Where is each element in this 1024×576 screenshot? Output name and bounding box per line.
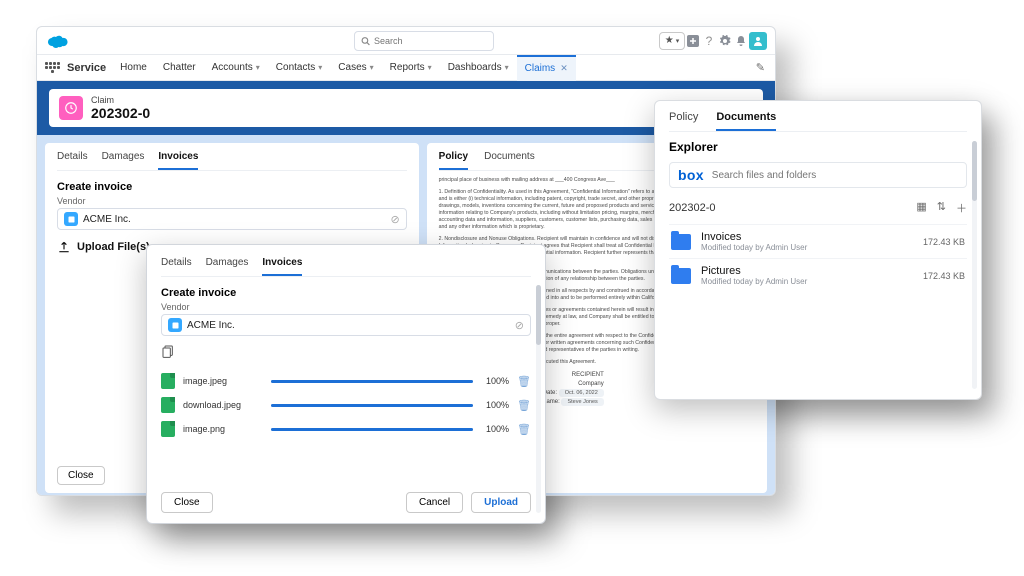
edit-icon[interactable]: ✎ (756, 61, 765, 74)
nav-home[interactable]: Home (112, 55, 155, 81)
clear-icon[interactable]: ⊘ (390, 213, 399, 226)
folder-icon (671, 268, 691, 284)
salesforce-logo-icon (47, 34, 69, 48)
tab-policy[interactable]: Policy (439, 151, 468, 170)
tab-documents[interactable]: Documents (484, 151, 535, 170)
settings-icon[interactable] (717, 33, 733, 49)
folder-icon (671, 234, 691, 250)
nav-accounts[interactable]: Accounts▾ (204, 55, 268, 81)
tab-invoices[interactable]: Invoices (158, 151, 198, 170)
nav-claims-tab[interactable]: Claims✕ (517, 55, 576, 81)
modal-vendor-label: Vendor (161, 302, 531, 312)
cancel-button[interactable]: Cancel (406, 492, 463, 513)
file-name: download.jpeg (183, 400, 263, 410)
account-icon (168, 318, 182, 332)
user-avatar[interactable] (749, 32, 767, 50)
explorer-scrollbar[interactable] (972, 141, 977, 389)
file-icon (161, 397, 175, 413)
tab-damages[interactable]: Damages (102, 151, 145, 170)
record-type: Claim (91, 95, 150, 105)
folder-row[interactable]: InvoicesModified today by Admin User 172.… (669, 224, 967, 258)
favorites-button[interactable]: ★ ▾ (659, 32, 685, 50)
modal-tab-invoices[interactable]: Invoices (262, 257, 302, 276)
create-invoice-modal: Details Damages Invoices Create invoice … (146, 244, 546, 524)
modal-tab-details[interactable]: Details (161, 257, 192, 276)
close-icon[interactable]: ✕ (560, 63, 568, 74)
nav-contacts[interactable]: Contacts▾ (268, 55, 330, 81)
clear-icon[interactable]: ⊘ (515, 319, 524, 332)
remove-file-icon[interactable]: 🗑 (517, 423, 531, 436)
files-icon (161, 344, 531, 365)
explorer-search[interactable]: box (669, 162, 967, 188)
app-name: Service (67, 62, 106, 74)
global-search-input[interactable] (374, 36, 487, 46)
explorer-tab-documents[interactable]: Documents (716, 111, 776, 131)
close-button[interactable]: Close (57, 466, 105, 485)
global-search[interactable] (354, 31, 494, 51)
titlebar: ★ ▾ ? (37, 27, 775, 55)
file-row: image.png 100% 🗑 (161, 421, 531, 437)
modal-scrollbar[interactable] (536, 285, 541, 513)
file-icon (161, 373, 175, 389)
breadcrumb[interactable]: 202302-0 (669, 202, 716, 214)
folder-meta: Modified today by Admin User (701, 243, 807, 252)
account-icon (64, 212, 78, 226)
vendor-value: ACME Inc. (83, 214, 131, 225)
vendor-lookup[interactable]: ACME Inc. ⊘ (57, 208, 407, 230)
notifications-icon[interactable] (733, 33, 749, 49)
explorer-title: Explorer (669, 140, 967, 154)
folder-name: Pictures (701, 265, 807, 277)
folder-meta: Modified today by Admin User (701, 277, 807, 286)
folder-name: Invoices (701, 231, 807, 243)
folder-size: 172.43 KB (923, 271, 965, 281)
upload-percent: 100% (481, 376, 509, 386)
grid-view-icon[interactable]: ▦ (916, 200, 926, 216)
file-row: image.jpeg 100% 🗑 (161, 373, 531, 389)
folder-size: 172.43 KB (923, 237, 965, 247)
section-title: Create invoice (57, 181, 407, 193)
explorer-search-input[interactable] (712, 170, 958, 181)
search-icon (361, 36, 370, 46)
folder-row[interactable]: PicturesModified today by Admin User 172.… (669, 258, 967, 292)
nav-chatter[interactable]: Chatter (155, 55, 204, 81)
modal-section-title: Create invoice (161, 287, 531, 299)
app-launcher-icon[interactable] (43, 59, 61, 77)
sort-icon[interactable]: ⇅ (937, 200, 946, 216)
navbar: Service Home Chatter Accounts▾ Contacts▾… (37, 55, 775, 81)
upload-button[interactable]: Upload (471, 492, 531, 513)
nav-reports[interactable]: Reports▾ (382, 55, 440, 81)
modal-close-button[interactable]: Close (161, 492, 213, 513)
box-explorer-panel: Policy Documents Explorer box 202302-0 ▦… (654, 100, 982, 400)
remove-file-icon[interactable]: 🗑 (517, 399, 531, 412)
record-number: 202302-0 (91, 105, 150, 121)
modal-tab-damages[interactable]: Damages (206, 257, 249, 276)
claim-icon (59, 96, 83, 120)
remove-file-icon[interactable]: 🗑 (517, 375, 531, 388)
nav-cases[interactable]: Cases▾ (330, 55, 381, 81)
upload-progress (271, 404, 473, 407)
file-name: image.jpeg (183, 376, 263, 386)
upload-percent: 100% (481, 400, 509, 410)
box-logo-icon: box (678, 167, 704, 183)
file-name: image.png (183, 424, 263, 434)
nav-dashboards[interactable]: Dashboards▾ (440, 55, 517, 81)
tab-details[interactable]: Details (57, 151, 88, 170)
upload-progress (271, 380, 473, 383)
vendor-label: Vendor (57, 196, 407, 206)
add-folder-icon[interactable]: ＋ (956, 200, 967, 216)
modal-vendor-lookup[interactable]: ACME Inc. ⊘ (161, 314, 531, 336)
add-icon[interactable] (685, 33, 701, 49)
file-icon (161, 421, 175, 437)
explorer-tab-policy[interactable]: Policy (669, 111, 698, 131)
upload-progress (271, 428, 473, 431)
file-row: download.jpeg 100% 🗑 (161, 397, 531, 413)
help-icon[interactable]: ? (701, 33, 717, 49)
left-tabs: Details Damages Invoices (57, 151, 407, 171)
upload-percent: 100% (481, 424, 509, 434)
upload-icon (57, 240, 71, 254)
